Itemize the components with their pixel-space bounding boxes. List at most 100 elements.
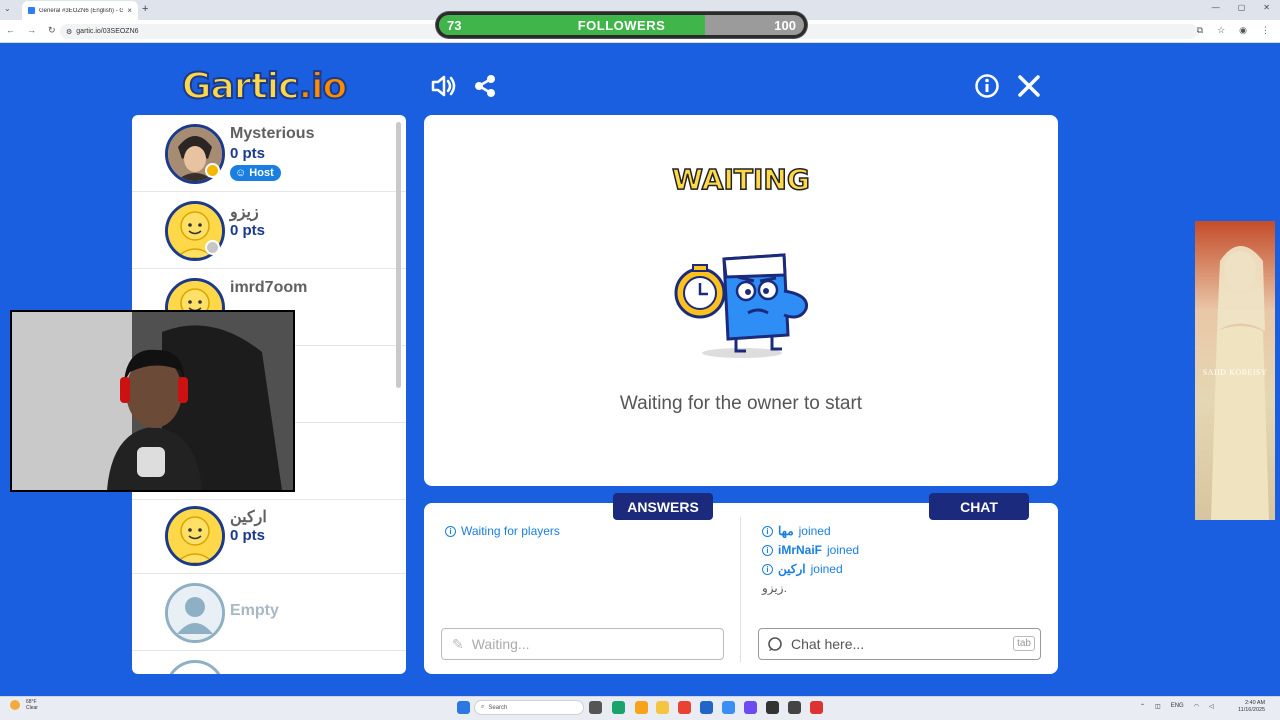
player-name: imrd7oom (230, 279, 308, 296)
close-window-icon[interactable]: ✕ (1263, 3, 1270, 12)
reload-icon[interactable]: ↻ (48, 25, 56, 36)
pencil-icon: ✎ (452, 635, 464, 652)
chat-bubble-icon (768, 637, 782, 651)
info-icon: i (762, 544, 773, 556)
waiting-title: WAITING (671, 162, 810, 197)
back-icon[interactable]: ← (6, 25, 15, 36)
profile-icon[interactable]: ◉ (1239, 25, 1247, 36)
tab-search-icon[interactable]: ⌄ (4, 4, 11, 13)
chat-text: joined (827, 543, 860, 557)
waiting-mascot-icon (674, 253, 809, 358)
taskbar-clock[interactable]: 2:40 AM 11/16/2025 (1238, 700, 1265, 714)
task-view-icon[interactable] (589, 701, 602, 714)
tab-answers[interactable]: ANSWERS (613, 493, 713, 520)
chat-text: joined (810, 562, 843, 576)
logo-text: Gartic (181, 65, 300, 108)
terminal-icon[interactable] (788, 701, 801, 714)
tray-overflow-icon[interactable]: ⌃ (1140, 703, 1145, 710)
share-icon[interactable] (471, 72, 499, 100)
browser-actions: ⧉ ☆ ◉ ⋮ (1197, 25, 1270, 36)
host-badge: ☺ Host (230, 165, 281, 181)
chat-message: i iMrNaiF joined (762, 543, 859, 557)
favicon-icon (28, 7, 35, 14)
weather-widget[interactable]: 68°F Clear (26, 699, 38, 711)
chat-user: iMrNaiF (778, 543, 823, 557)
search-label: Search (488, 704, 508, 711)
window-controls: — ▢ ✕ (1212, 3, 1270, 12)
answers-status-text: Waiting for players (461, 524, 560, 538)
discord-icon[interactable] (744, 701, 757, 714)
maximize-icon[interactable]: ▢ (1238, 3, 1246, 12)
edge-icon[interactable] (612, 701, 625, 714)
chat-message: i مها joined (762, 524, 831, 538)
tray-app-icon[interactable]: ◫ (1155, 703, 1161, 710)
panel-divider (740, 517, 741, 662)
nav-buttons: ← → ↻ (6, 25, 56, 36)
info-icon[interactable] (973, 72, 1001, 100)
wifi-icon[interactable]: ◠ (1194, 703, 1199, 710)
clock-date: 11/16/2025 (1238, 707, 1266, 713)
search-icon: ⌕ (481, 704, 485, 710)
obs-icon[interactable] (766, 701, 779, 714)
player-name: Empty (230, 602, 279, 619)
player-name: Mysterious (230, 125, 315, 142)
close-icon[interactable] (1015, 72, 1043, 100)
player-row[interactable]: اركين 0 pts (132, 497, 406, 574)
app-icon[interactable] (722, 701, 735, 714)
app-icon[interactable] (635, 701, 648, 714)
tab-close-icon[interactable]: × (127, 6, 132, 15)
chat-user: اركين (778, 562, 806, 576)
answer-input[interactable]: ✎ Waiting... (441, 628, 724, 660)
empty-avatar-icon (165, 583, 225, 643)
drawing-board: WAITING Waiting for the owner to start (424, 115, 1058, 486)
answers-chat-panel: ANSWERS CHAT i Waiting for players i مها… (424, 493, 1058, 674)
minimize-icon[interactable]: — (1212, 3, 1220, 12)
logo-suffix: .io (297, 65, 348, 108)
chat-input[interactable]: Chat here... tab (758, 628, 1041, 660)
speaker-icon[interactable] (429, 72, 457, 100)
chat-user: مها (778, 524, 794, 538)
tab-chat[interactable]: CHAT (929, 493, 1029, 520)
tab-title: General #3EOZN6 (English) - G (39, 7, 124, 14)
status-dot (205, 240, 220, 255)
player-row[interactable]: زيزو 0 pts (132, 192, 406, 269)
followers-goal: 100 (774, 17, 796, 33)
answers-status: i Waiting for players (445, 524, 560, 538)
taskbar-search[interactable]: ⌕ Search (474, 700, 584, 715)
chat-text: joined (798, 524, 831, 538)
player-points: 0 pts (230, 527, 266, 544)
host-label: Host (249, 167, 274, 179)
weather-icon[interactable] (10, 700, 20, 710)
ad-text: SAIID KOBEISY (1202, 368, 1268, 377)
browser-tab[interactable]: General #3EOZN6 (English) - G × (22, 1, 138, 20)
webcam-overlay (10, 310, 295, 492)
player-name: زيزو (230, 204, 259, 221)
store-icon[interactable] (700, 701, 713, 714)
chrome-icon[interactable] (678, 701, 691, 714)
info-icon: i (762, 563, 773, 575)
chat-message: i اركين joined (762, 562, 843, 576)
site-info-icon[interactable]: ⚙ (66, 28, 72, 36)
volume-icon[interactable]: ◁ (1209, 703, 1214, 710)
player-row[interactable]: Mysterious 0 pts ☺ Host (132, 115, 406, 192)
language-indicator[interactable]: ENG (1171, 703, 1184, 710)
menu-icon[interactable]: ⋮ (1261, 25, 1270, 36)
side-advertisement[interactable]: SAIID KOBEISY (1195, 221, 1275, 520)
player-name: اركين (230, 509, 267, 526)
new-tab-button[interactable]: + (142, 3, 148, 15)
install-icon[interactable]: ⧉ (1197, 25, 1203, 36)
followers-goal-bar: FOLLOWERS 73 100 (436, 12, 807, 38)
gartic-logo: Gartic.io (181, 65, 348, 108)
url-text: gartic.io/03SEOZN6 (76, 28, 139, 35)
player-list-scrollbar[interactable] (396, 122, 401, 388)
file-explorer-icon[interactable] (656, 701, 669, 714)
tab-key-hint: tab (1013, 636, 1035, 651)
player-points: 0 pts (230, 222, 266, 239)
answer-placeholder: Waiting... (471, 636, 530, 652)
chat-placeholder: Chat here... (791, 636, 865, 652)
app-icon[interactable] (810, 701, 823, 714)
info-icon: i (445, 525, 456, 537)
bookmark-star-icon[interactable]: ☆ (1217, 25, 1225, 36)
forward-icon[interactable]: → (27, 25, 36, 36)
start-icon[interactable] (457, 701, 470, 714)
